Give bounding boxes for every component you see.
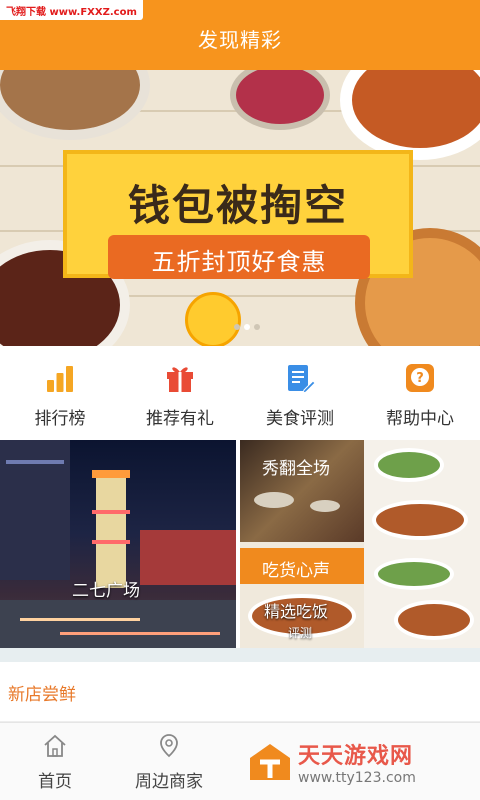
featured-erqi-square[interactable]: 二七广场 xyxy=(0,440,236,648)
brand-url: www.tty123.com xyxy=(298,770,416,786)
nav-food-review[interactable]: 美食评测 xyxy=(240,346,360,440)
banner-headline: 钱包被掏空 xyxy=(127,181,348,230)
nav-ranking-label: 排行榜 xyxy=(34,409,86,429)
featured-review-label: 评测 xyxy=(288,626,313,640)
carousel-dot-active[interactable] xyxy=(244,324,250,330)
location-pin-icon xyxy=(160,734,178,758)
tab-nearby-merchants-label: 周边商家 xyxy=(135,772,203,792)
nav-help-center-label: 帮助中心 xyxy=(386,409,454,429)
question-icon: ? xyxy=(406,364,434,392)
pomegranate-plate-image xyxy=(230,70,330,130)
banner-subline: 五折封顶好食惠 xyxy=(151,248,327,276)
featured-erqi-label: 二七广场 xyxy=(72,581,140,601)
page-title: 发现精彩 xyxy=(198,28,282,52)
fish-plate-image xyxy=(340,70,480,160)
quick-nav: 排行榜 推荐有礼 美食评测 ? 帮助中心 xyxy=(0,346,480,440)
note-edit-icon xyxy=(288,365,316,394)
bar-chart-icon xyxy=(47,366,73,392)
featured-section: 二七广场 秀翻全场 吃货心声 精选吃饭 评测 xyxy=(0,440,480,648)
tab-home-label: 首页 xyxy=(38,772,72,792)
soup-bowl-image xyxy=(0,70,150,140)
nav-help-center[interactable]: ? 帮助中心 xyxy=(360,346,480,440)
featured-show-label: 秀翻全场 xyxy=(262,459,330,479)
watermark: 飞翔下载 www.FXXZ.com xyxy=(0,0,143,20)
banner-ribbon: 五折封顶好食惠 xyxy=(108,235,370,279)
brand-watermark: 天天游戏网 www.tty123.com xyxy=(240,732,480,800)
featured-selected-label: 精选吃饭 xyxy=(264,602,329,621)
new-stores-title: 新店尝鲜 xyxy=(8,685,76,705)
section-divider xyxy=(0,648,480,662)
carousel-dot[interactable] xyxy=(254,324,260,330)
new-stores-section: 新店尝鲜 xyxy=(0,662,480,722)
featured-foodie-tile[interactable]: 吃货心声 精选吃饭 评测 xyxy=(240,542,364,648)
svg-text:?: ? xyxy=(416,371,424,386)
brand-name: 天天游戏网 xyxy=(298,744,414,769)
featured-foodie-label: 吃货心声 xyxy=(262,561,330,581)
featured-show-tile[interactable]: 秀翻全场 xyxy=(240,440,364,542)
gift-icon xyxy=(167,367,193,392)
orange-slice-image xyxy=(185,292,241,346)
nav-ranking[interactable]: 排行榜 xyxy=(0,346,120,440)
featured-food-grid: 秀翻全场 吃货心声 精选吃饭 评测 xyxy=(240,440,480,648)
promo-banner[interactable]: 钱包被掏空 五折封顶好食惠 xyxy=(0,70,480,346)
nav-referral[interactable]: 推荐有礼 xyxy=(120,346,240,440)
tab-nearby-merchants[interactable]: 周边商家 xyxy=(114,723,224,800)
carousel-dot[interactable] xyxy=(234,324,240,330)
tab-home[interactable]: 首页 xyxy=(0,723,110,800)
nav-referral-label: 推荐有礼 xyxy=(146,409,214,429)
dish-plates-image xyxy=(364,440,480,648)
home-icon xyxy=(44,734,66,757)
nav-food-review-label: 美食评测 xyxy=(266,409,334,429)
brand-logo-icon xyxy=(250,744,290,780)
